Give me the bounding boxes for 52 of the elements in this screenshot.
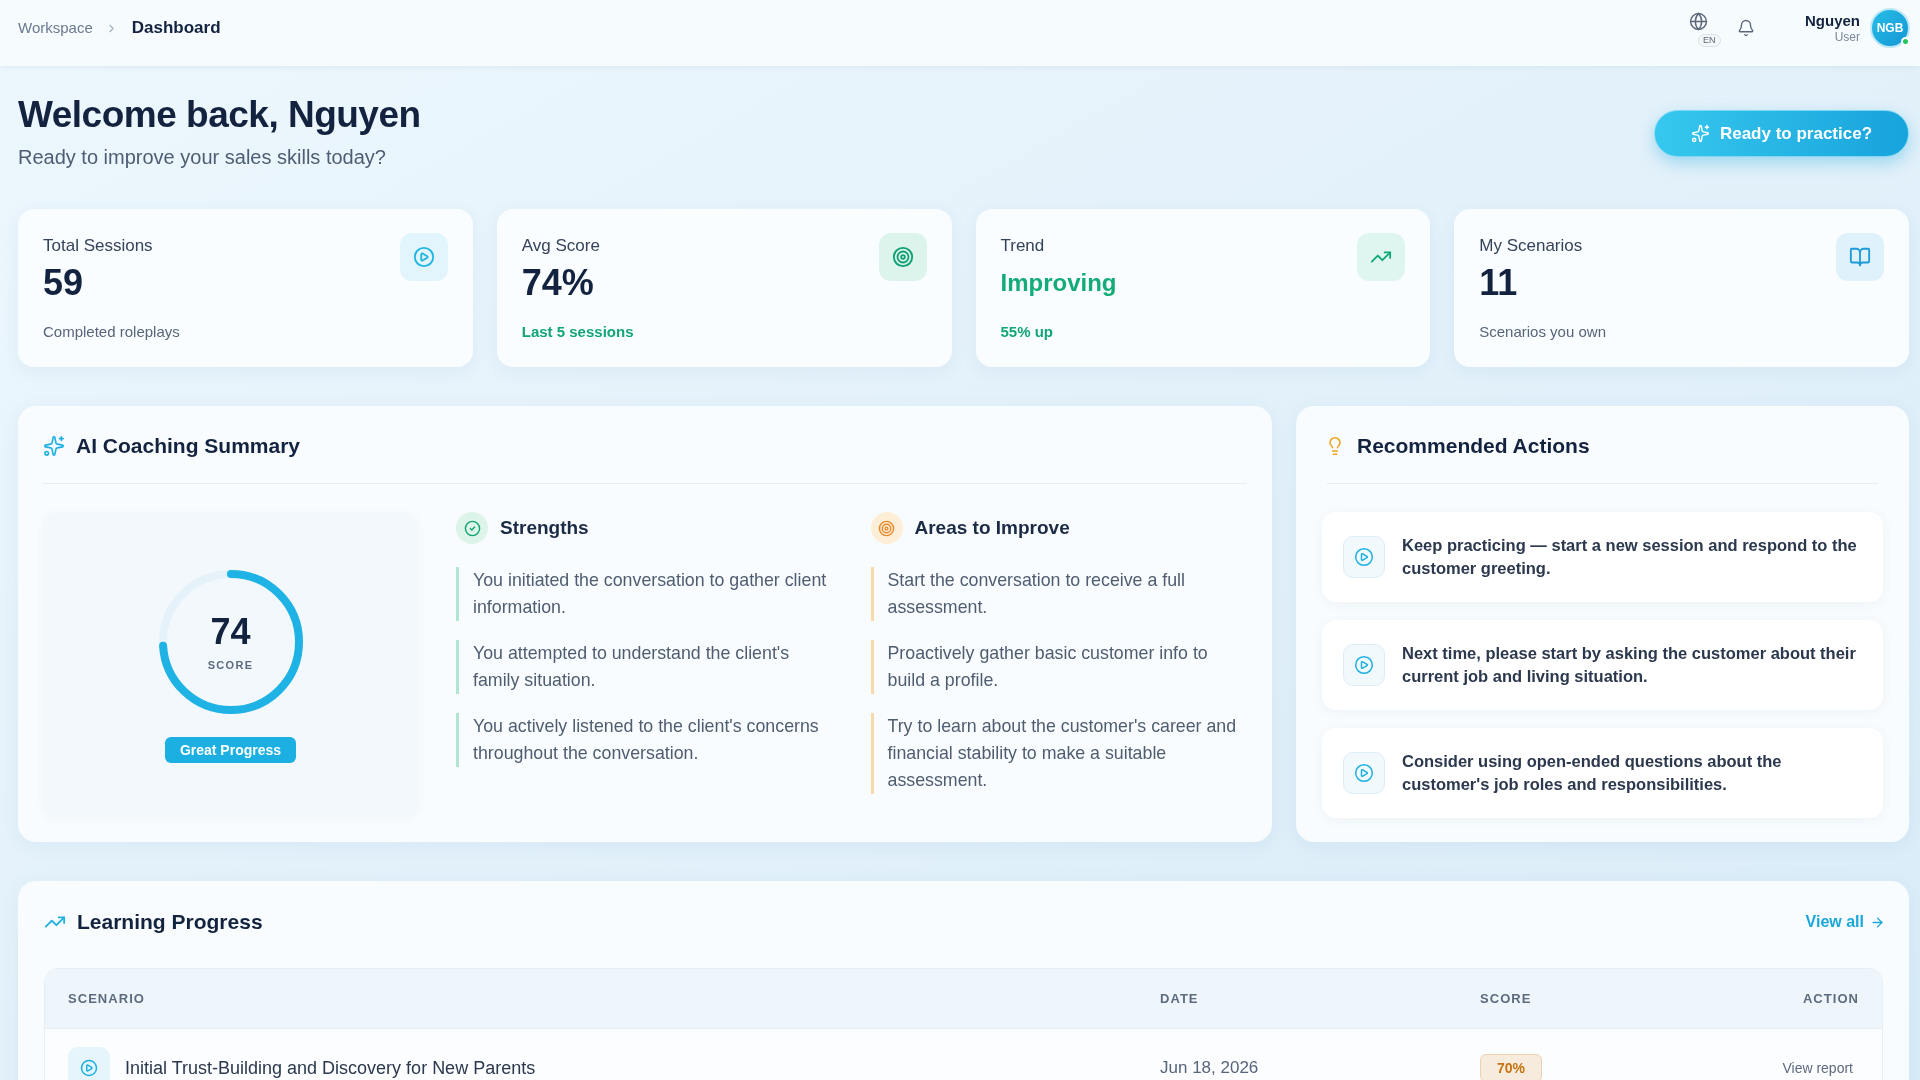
improvement-item: Start the conversation to receive a full assessment. (870, 567, 1247, 621)
stat-note: Completed roleplays (43, 322, 180, 342)
welcome-title: Welcome back, Nguyen (18, 93, 421, 137)
recommendation-item[interactable]: Keep practicing — start a new session and respond to the customer greeting. (1322, 512, 1883, 602)
bell-icon (1737, 19, 1755, 37)
strength-item: You attempted to understand the client's family situation. (456, 640, 832, 694)
target-icon (878, 233, 927, 281)
column-header: SCENARIO (68, 990, 145, 1007)
session-date: Jun 18, 2026 (1160, 1056, 1260, 1079)
sparkle-icon (43, 435, 65, 457)
view-report-link[interactable]: View report (1782, 1058, 1853, 1077)
progress-badge: Great Progress (164, 736, 297, 763)
score-value: 74 (210, 611, 251, 652)
stat-note: Last 5 sessions (521, 322, 634, 342)
score-badge: 70% (1480, 1053, 1543, 1080)
globe-icon (1689, 12, 1709, 31)
column-header: ACTION (1802, 990, 1859, 1007)
stat-label: Trend (1000, 235, 1045, 257)
open-book-icon (1836, 233, 1884, 281)
column-title: Areas to Improve (914, 516, 1070, 540)
trend-up-icon (1357, 233, 1406, 281)
stat-value: 59 (43, 261, 84, 305)
section-title: Learning Progress (77, 909, 263, 935)
column-title: Strengths (500, 516, 589, 540)
stat-value: Improving (1000, 268, 1117, 298)
score-label: SCORE (207, 657, 254, 672)
user-name: Nguyen (1805, 11, 1860, 30)
strength-item: You initiated the conversation to gather client information. (456, 567, 832, 621)
breadcrumb-link[interactable]: Workspace (18, 18, 93, 38)
stat-value: 74% (521, 261, 594, 305)
arrow-right-icon (1870, 914, 1885, 930)
target-icon (870, 512, 903, 544)
strength-item: You actively listened to the client's concerns throughout the conversation. (456, 713, 832, 767)
user-role: User (1834, 29, 1860, 45)
section-title: AI Coaching Summary (76, 433, 301, 459)
improvement-item: Proactively gather basic customer info to build a profile. (870, 640, 1247, 694)
recommendation-item[interactable]: Consider using open-ended questions about the customer's job roles and responsibilities. (1322, 728, 1883, 818)
stat-label: My Scenarios (1479, 235, 1583, 257)
stat-value: 11 (1479, 261, 1518, 305)
column-header: SCORE (1480, 990, 1532, 1007)
sparkle-icon (1690, 124, 1710, 143)
section-title: Recommended Actions (1357, 433, 1590, 459)
recommendation-item[interactable]: Next time, please start by asking the customer about their current job and living situation. (1322, 620, 1883, 710)
breadcrumb-current: Dashboard (131, 17, 221, 39)
welcome-subtitle: Ready to improve your sales skills today? (18, 145, 387, 169)
column-header: DATE (1160, 990, 1199, 1007)
stat-note: 55% up (1000, 322, 1053, 342)
stat-note: Scenarios you own (1479, 322, 1606, 342)
stat-label: Avg Score (521, 235, 600, 257)
improvement-item: Try to learn about the customer's career and financial stability to make a suitable assessment. (870, 713, 1247, 794)
stat-label: Total Sessions (43, 235, 153, 257)
scenario-name: Initial Trust-Building and Discovery for New Parents (125, 1056, 536, 1079)
